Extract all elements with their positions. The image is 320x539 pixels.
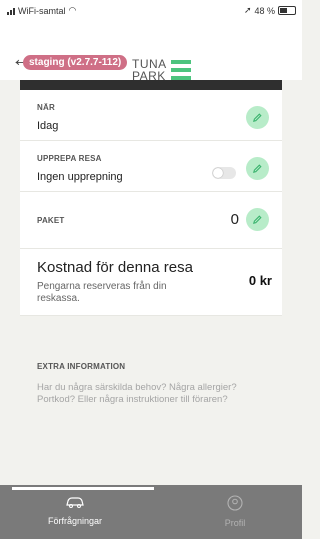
edit-upprepa-button[interactable] xyxy=(246,157,269,180)
carrier-text: WiFi-samtal xyxy=(18,5,66,16)
tab-bar: Förfrågningar Profil xyxy=(0,485,302,539)
header-strip xyxy=(20,80,282,90)
location-icon: ➚ xyxy=(243,5,252,15)
row-nar: NÄR Idag xyxy=(20,90,282,141)
tuna-park-logo: TUNA PARK xyxy=(132,58,191,82)
paket-label: PAKET xyxy=(37,216,65,225)
status-left: WiFi-samtal ◠ xyxy=(7,5,76,16)
scroll-indicator xyxy=(12,487,154,490)
tab-requests-label: Förfrågningar xyxy=(47,516,103,526)
cost-price: 0 kr xyxy=(248,273,272,288)
tab-requests[interactable]: Förfrågningar xyxy=(35,495,115,526)
cost-title: Kostnad för denna resa xyxy=(37,259,193,276)
edit-paket-button[interactable] xyxy=(246,208,269,231)
nar-label: NÄR xyxy=(37,103,55,112)
car-icon xyxy=(35,495,115,514)
upprepa-value: Ingen upprepning xyxy=(37,171,123,183)
header: ← staging (v2.7.7-112) TUNA PARK xyxy=(0,20,302,82)
status-right: ➚ 48 % xyxy=(244,5,296,16)
cost-description: Pengarna reserveras från din reskassa. xyxy=(37,281,167,304)
repeat-toggle[interactable] xyxy=(212,167,236,179)
extra-info-label: EXTRA INFORMATION xyxy=(37,362,126,371)
trip-card: NÄR Idag UPPREPA RESA Ingen upprepning P… xyxy=(20,90,282,316)
pencil-icon xyxy=(253,164,262,173)
nar-value: Idag xyxy=(37,120,59,132)
battery-icon xyxy=(278,6,296,15)
row-paket: PAKET 0 xyxy=(20,192,282,249)
cost-row: Kostnad för denna resa Pengarna reserver… xyxy=(20,249,282,316)
staging-badge: staging (v2.7.7-112) xyxy=(23,55,128,70)
signal-icon xyxy=(7,7,15,15)
extra-info-bottom xyxy=(20,460,282,481)
toggle-knob xyxy=(213,168,223,178)
edit-nar-button[interactable] xyxy=(246,106,269,129)
tab-profile-label: Profil xyxy=(224,518,246,528)
upprepa-label: UPPREPA RESA xyxy=(37,154,102,163)
paket-count: 0 xyxy=(230,211,239,228)
tab-profile[interactable]: Profil xyxy=(195,495,275,528)
row-upprepa: UPPREPA RESA Ingen upprepning xyxy=(20,141,282,192)
extra-info-section[interactable]: EXTRA INFORMATION Har du några särskilda… xyxy=(20,350,282,460)
profile-icon xyxy=(195,495,275,516)
extra-info-placeholder: Har du några särskilda behov? Några alle… xyxy=(37,382,237,405)
pencil-icon xyxy=(253,113,262,122)
pencil-icon xyxy=(253,215,262,224)
status-bar: WiFi-samtal ◠ ➚ 48 % xyxy=(0,0,302,20)
logo-mark-icon xyxy=(170,60,191,80)
battery-text: 48 % xyxy=(254,5,275,16)
wifi-icon: ◠ xyxy=(68,5,77,15)
